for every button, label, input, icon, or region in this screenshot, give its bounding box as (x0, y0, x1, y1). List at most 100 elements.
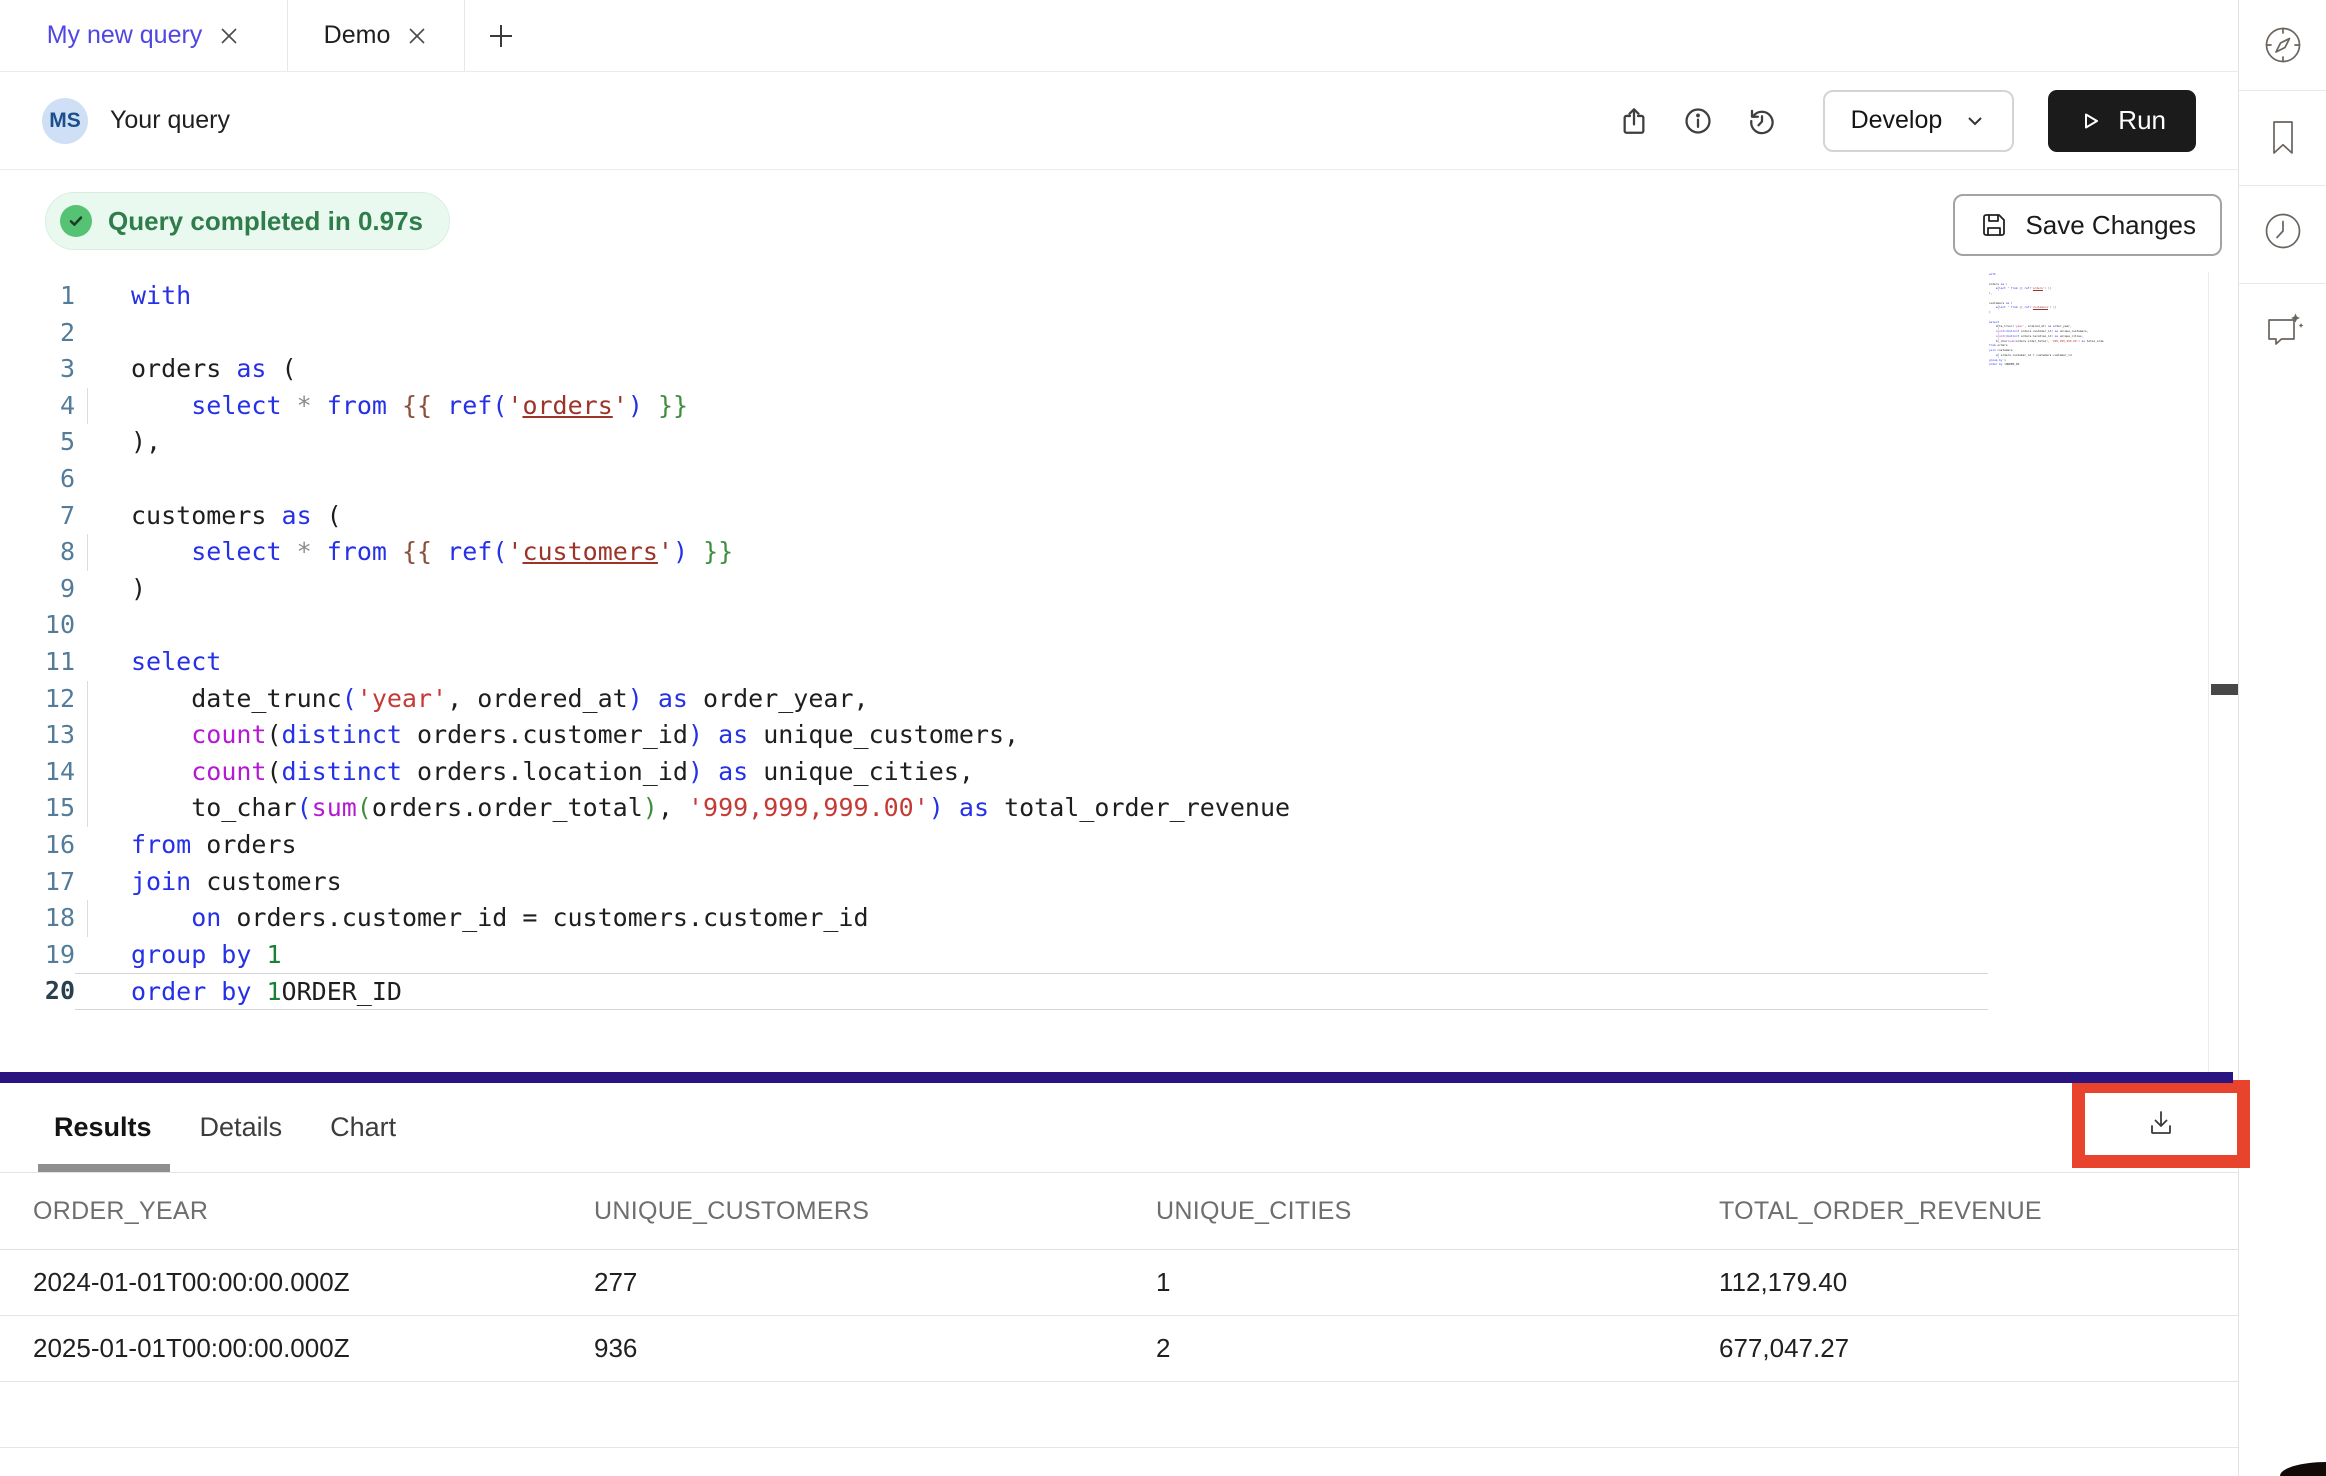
line-number: 8 (0, 534, 75, 571)
code-line: order by 1ORDER_ID (1986, 362, 2104, 367)
line-number: 14 (0, 754, 75, 791)
line-number: 1 (0, 278, 75, 315)
panel-resize-divider[interactable] (0, 1072, 2233, 1083)
line-number: 11 (0, 644, 75, 681)
code-line: 16from orders (0, 827, 2238, 864)
line-number: 9 (0, 571, 75, 608)
line-number: 19 (0, 937, 75, 974)
line-number: 17 (0, 864, 75, 901)
tab-my-new-query[interactable]: My new query (0, 0, 288, 71)
line-number: 20 (0, 973, 75, 1010)
column-header: ORDER_YEAR (33, 1197, 594, 1226)
code-line: 15 to_char(sum(orders.order_total), '999… (0, 790, 2238, 827)
chevron-down-icon (1964, 110, 1986, 132)
table-row: 2025-01-01T00:00:00.000Z9362677,047.27 (0, 1316, 2238, 1382)
results-tab-bar: Results Details Chart (54, 1083, 396, 1172)
save-label: Save Changes (2025, 210, 2196, 241)
line-number: 18 (0, 900, 75, 937)
save-changes-button[interactable]: Save Changes (1953, 194, 2222, 256)
results-table: ORDER_YEARUNIQUE_CUSTOMERSUNIQUE_CITIEST… (0, 1173, 2238, 1448)
table-empty-row (0, 1382, 2238, 1448)
history-icon (1746, 105, 1778, 137)
close-icon[interactable] (218, 25, 240, 47)
status-message: Query completed in 0.97s (108, 206, 423, 237)
code-line: 4 select * from {{ ref('orders') }} (0, 388, 2238, 425)
code-line: 9) (0, 571, 2238, 608)
code-line: 7customers as ( (0, 498, 2238, 535)
info-button[interactable] (1681, 104, 1715, 138)
code-line: 10 (0, 607, 2238, 644)
chat-sparkles-icon (2260, 308, 2306, 354)
code-line: 11select (0, 644, 2238, 681)
download-icon (2141, 1104, 2181, 1144)
line-number: 15 (0, 790, 75, 827)
tab-demo[interactable]: Demo (288, 0, 465, 71)
tab-details[interactable]: Details (200, 1112, 283, 1143)
run-button[interactable]: Run (2048, 90, 2196, 152)
close-icon[interactable] (406, 25, 428, 47)
explore-button[interactable] (2239, 0, 2326, 90)
bookmark-icon (2260, 114, 2306, 160)
table-cell: 112,179.40 (1719, 1267, 2238, 1298)
code-line: 8 select * from {{ ref('customers') }} (0, 534, 2238, 571)
code-line: 18 on orders.customer_id = customers.cus… (0, 900, 2238, 937)
info-icon (1682, 105, 1714, 137)
download-results-button[interactable] (2139, 1102, 2183, 1146)
line-number: 4 (0, 388, 75, 425)
table-cell: 936 (594, 1333, 1156, 1364)
sql-editor[interactable]: 1with23orders as (4 select * from {{ ref… (0, 272, 2238, 1072)
annotation-highlight-box (2072, 1080, 2250, 1168)
line-number: 10 (0, 607, 75, 644)
line-number: 12 (0, 681, 75, 718)
table-cell: 677,047.27 (1719, 1333, 2238, 1364)
tab-results[interactable]: Results (54, 1112, 152, 1143)
ai-assistant-button[interactable] (2239, 286, 2326, 376)
tab-label: My new query (47, 21, 203, 50)
plus-icon (487, 22, 515, 50)
query-status-badge: Query completed in 0.97s (45, 192, 450, 250)
line-number: 6 (0, 461, 75, 498)
compass-icon (2260, 22, 2306, 68)
develop-dropdown[interactable]: Develop (1823, 90, 2015, 152)
share-button[interactable] (1617, 104, 1651, 138)
line-number: 13 (0, 717, 75, 754)
clock-icon (2260, 208, 2306, 254)
line-number: 7 (0, 498, 75, 535)
new-tab-button[interactable] (465, 0, 537, 71)
results-table-body: 2024-01-01T00:00:00.000Z2771112,179.4020… (0, 1250, 2238, 1382)
table-cell: 2 (1156, 1333, 1719, 1364)
code-line: 1with (0, 278, 2238, 315)
code-line: 19group by 1 (0, 937, 2238, 974)
code-line: 3orders as ( (0, 351, 2238, 388)
table-cell: 2025-01-01T00:00:00.000Z (33, 1333, 594, 1364)
page-title: Your query (110, 106, 230, 135)
tab-chart[interactable]: Chart (330, 1112, 396, 1143)
results-table-header: ORDER_YEARUNIQUE_CUSTOMERSUNIQUE_CITIEST… (0, 1173, 2238, 1250)
code-line: 5), (0, 424, 2238, 461)
history-sidebar-button[interactable] (2239, 186, 2326, 276)
line-number: 16 (0, 827, 75, 864)
table-row: 2024-01-01T00:00:00.000Z2771112,179.40 (0, 1250, 2238, 1316)
line-number: 3 (0, 351, 75, 388)
share-icon (1618, 105, 1650, 137)
editor-scrollbar-thumb[interactable] (2211, 684, 2238, 695)
code-line: 17join customers (0, 864, 2238, 901)
play-icon (2078, 109, 2102, 133)
code-line: 2 (0, 315, 2238, 352)
app-window: My new query Demo MS Your query (0, 0, 2326, 1476)
query-header: MS Your query (0, 72, 2238, 170)
editor-minimap[interactable]: withorders as ( select * from {{ ref('or… (1986, 272, 2104, 372)
tab-bar: My new query Demo (0, 0, 2238, 72)
table-cell: 2024-01-01T00:00:00.000Z (33, 1267, 594, 1298)
run-label: Run (2118, 105, 2166, 136)
code-line: 20order by 1ORDER_ID (0, 973, 2238, 1010)
code-line: 12 date_trunc('year', ordered_at) as ord… (0, 681, 2238, 718)
develop-label: Develop (1851, 106, 1943, 135)
tab-label: Demo (324, 21, 391, 50)
success-check-icon (60, 205, 92, 237)
code-line: 6 (0, 461, 2238, 498)
editor-right-divider (2208, 272, 2209, 1072)
history-button[interactable] (1745, 104, 1779, 138)
avatar: MS (42, 98, 88, 144)
bookmarks-button[interactable] (2239, 92, 2326, 182)
